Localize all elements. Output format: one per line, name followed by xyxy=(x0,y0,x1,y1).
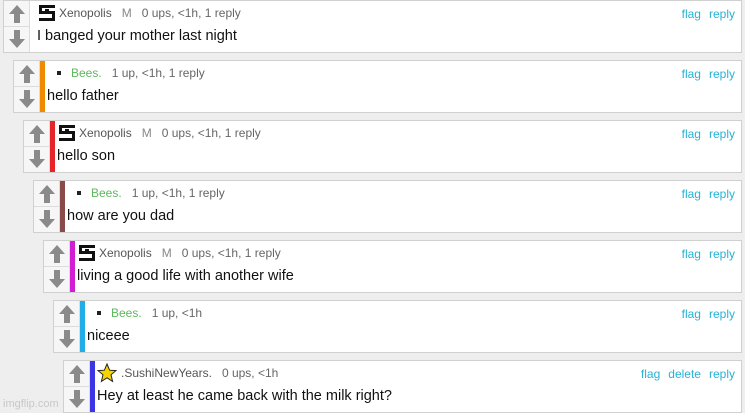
comment-actions: flag reply xyxy=(682,307,735,321)
comment-actions: flag reply xyxy=(682,187,735,201)
small-square-icon xyxy=(57,71,61,75)
downvote-arrow-icon[interactable] xyxy=(67,388,87,410)
comment-header: Bees. 1 up, <1h, 1 reply xyxy=(47,63,205,83)
comment: Xenopolis M 0 ups, <1h, 1 reply I banged… xyxy=(3,0,742,53)
vote-column xyxy=(54,301,80,352)
thread-depth-bar xyxy=(70,241,75,292)
comment-header: Xenopolis M 0 ups, <1h, 1 reply xyxy=(57,123,261,143)
username[interactable]: Bees. xyxy=(71,66,102,80)
comment: Xenopolis M 0 ups, <1h, 1 reply hello so… xyxy=(23,120,742,173)
upvote-arrow-icon[interactable] xyxy=(67,363,87,385)
small-square-icon xyxy=(97,311,101,315)
username[interactable]: Xenopolis xyxy=(79,126,132,140)
comment-meta: 0 ups, <1h, 1 reply xyxy=(141,6,241,20)
vote-column xyxy=(34,181,60,232)
comment-actions: flag reply xyxy=(682,67,735,81)
comment-text: living a good life with another wife xyxy=(77,268,294,284)
comment-text: how are you dad xyxy=(67,208,175,224)
comment-header: Bees. 1 up, <1h, 1 reply xyxy=(67,183,225,203)
upvote-arrow-icon[interactable] xyxy=(7,3,27,25)
upvote-arrow-icon[interactable] xyxy=(47,243,67,265)
username[interactable]: Xenopolis xyxy=(59,6,112,20)
comment-header: Xenopolis M 0 ups, <1h, 1 reply xyxy=(37,3,241,23)
username[interactable]: Bees. xyxy=(91,186,122,200)
flag-link[interactable]: flag xyxy=(682,307,701,321)
downvote-arrow-icon[interactable] xyxy=(47,268,67,290)
mod-badge: M xyxy=(121,6,132,20)
comment-text: hello father xyxy=(47,88,119,104)
pixel-logo-icon xyxy=(59,125,75,141)
pixel-logo-icon xyxy=(39,5,55,21)
delete-link[interactable]: delete xyxy=(668,367,701,381)
thread-depth-bar xyxy=(50,121,55,172)
comment-meta: 1 up, <1h, 1 reply xyxy=(131,186,225,200)
reply-link[interactable]: reply xyxy=(709,247,735,261)
reply-link[interactable]: reply xyxy=(709,187,735,201)
username[interactable]: Bees. xyxy=(111,306,142,320)
comment-meta: 0 ups, <1h, 1 reply xyxy=(161,126,261,140)
comment: .SushiNewYears. 0 ups, <1h Hey at least … xyxy=(63,360,742,413)
upvote-arrow-icon[interactable] xyxy=(17,63,37,85)
thread-depth-bar xyxy=(80,301,85,352)
comment: Bees. 1 up, <1h niceee flag reply xyxy=(53,300,742,353)
reply-link[interactable]: reply xyxy=(709,67,735,81)
mod-badge: M xyxy=(161,246,172,260)
vote-column xyxy=(4,1,30,52)
comment-text: hello son xyxy=(57,148,116,164)
downvote-arrow-icon[interactable] xyxy=(7,28,27,50)
comment-meta: 0 ups, <1h, 1 reply xyxy=(181,246,281,260)
upvote-arrow-icon[interactable] xyxy=(37,183,57,205)
comment-text: niceee xyxy=(87,328,130,344)
reply-link[interactable]: reply xyxy=(709,7,735,21)
reply-link[interactable]: reply xyxy=(709,127,735,141)
comment: Bees. 1 up, <1h, 1 reply hello father fl… xyxy=(13,60,742,113)
comment-meta: 1 up, <1h, 1 reply xyxy=(111,66,205,80)
comment-header: Bees. 1 up, <1h xyxy=(87,303,202,323)
watermark: imgflip.com xyxy=(3,398,59,410)
star-icon xyxy=(97,363,117,383)
vote-column xyxy=(44,241,70,292)
vote-column xyxy=(64,361,90,412)
flag-link[interactable]: flag xyxy=(682,67,701,81)
downvote-arrow-icon[interactable] xyxy=(17,88,37,110)
vote-column xyxy=(14,61,40,112)
comment-actions: flag reply xyxy=(682,7,735,21)
downvote-arrow-icon[interactable] xyxy=(37,208,57,230)
comment-actions: flag reply xyxy=(682,247,735,261)
thread-depth-bar xyxy=(90,361,95,412)
comment-header: .SushiNewYears. 0 ups, <1h xyxy=(97,363,278,383)
flag-link[interactable]: flag xyxy=(682,127,701,141)
comment-actions: flag reply xyxy=(682,127,735,141)
comment: Xenopolis M 0 ups, <1h, 1 reply living a… xyxy=(43,240,742,293)
comment-meta: 1 up, <1h xyxy=(151,306,203,320)
upvote-arrow-icon[interactable] xyxy=(27,123,47,145)
mod-badge: M xyxy=(141,126,152,140)
comment-text: I banged your mother last night xyxy=(37,28,237,44)
downvote-arrow-icon[interactable] xyxy=(57,328,77,350)
downvote-arrow-icon[interactable] xyxy=(27,148,47,170)
comment: Bees. 1 up, <1h, 1 reply how are you dad… xyxy=(33,180,742,233)
comment-header: Xenopolis M 0 ups, <1h, 1 reply xyxy=(77,243,281,263)
flag-link[interactable]: flag xyxy=(682,7,701,21)
small-square-icon xyxy=(77,191,81,195)
comment-meta: 0 ups, <1h xyxy=(221,366,279,380)
reply-link[interactable]: reply xyxy=(709,307,735,321)
username[interactable]: .SushiNewYears. xyxy=(121,366,212,380)
flag-link[interactable]: flag xyxy=(641,367,660,381)
upvote-arrow-icon[interactable] xyxy=(57,303,77,325)
pixel-logo-icon xyxy=(79,245,95,261)
vote-column xyxy=(24,121,50,172)
username[interactable]: Xenopolis xyxy=(99,246,152,260)
flag-link[interactable]: flag xyxy=(682,187,701,201)
thread-depth-bar xyxy=(40,61,45,112)
comment-text: Hey at least he came back with the milk … xyxy=(97,388,392,404)
flag-link[interactable]: flag xyxy=(682,247,701,261)
thread-depth-bar xyxy=(60,181,65,232)
reply-link[interactable]: reply xyxy=(709,367,735,381)
comment-actions: flag delete reply xyxy=(641,367,735,381)
